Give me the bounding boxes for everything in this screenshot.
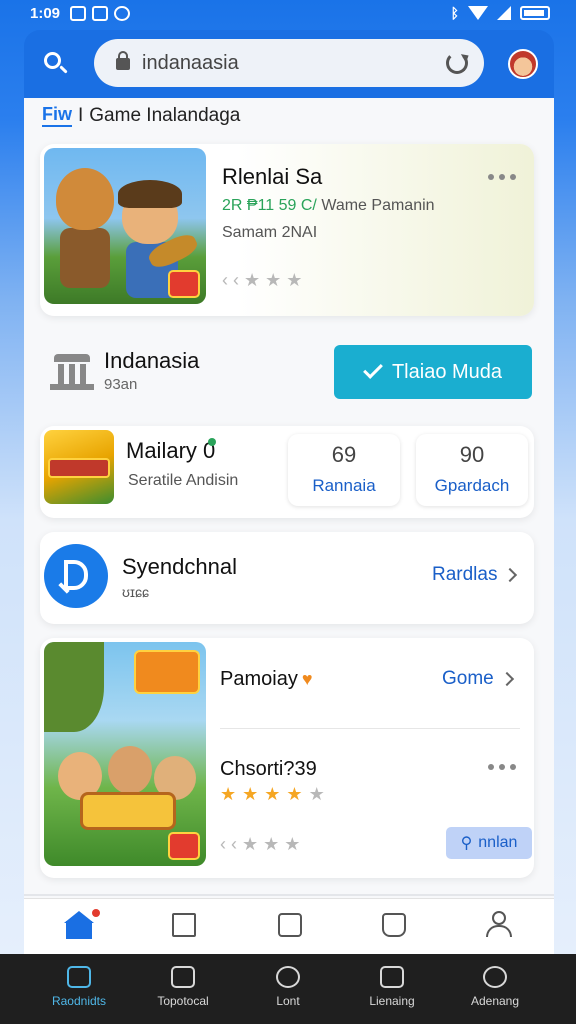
- profile-icon[interactable]: [484, 911, 514, 939]
- cta-label: Tlaiao Muda: [391, 360, 503, 383]
- brand-logo[interactable]: Fiw: [42, 104, 72, 127]
- edit-icon[interactable]: [170, 911, 200, 939]
- stats-subtitle: Seratile Andisin: [128, 472, 239, 489]
- nav-label: Topotocal: [157, 994, 209, 1008]
- featured-details: 2R ₱11 59 C/ Wame Pamanin: [222, 197, 435, 214]
- notification-dot: [92, 909, 100, 917]
- game-thumbnail[interactable]: [44, 430, 114, 504]
- store-icon: [171, 966, 195, 988]
- sync-link-label: Rardlas: [432, 564, 498, 585]
- reload-icon[interactable]: [446, 52, 468, 74]
- sync-link[interactable]: Rardlas: [432, 564, 518, 586]
- bluetooth-icon: ᛒ: [450, 5, 459, 21]
- featured-game-card[interactable]: Rlenlai Sa 2R ₱11 59 C/ Wame Pamanin Sam…: [40, 144, 534, 316]
- stat-box[interactable]: 90 Gpardach: [416, 434, 528, 506]
- home-icon: [67, 966, 91, 988]
- online-indicator: [208, 438, 216, 446]
- library-icon[interactable]: [276, 911, 306, 939]
- wifi-icon: [468, 6, 488, 20]
- publisher-name: Indanasia: [104, 348, 200, 373]
- game-cover-thumbnail[interactable]: [44, 642, 206, 866]
- bottom-navigation: Raodnidts Topotocal Lont Lienaing Adenan…: [0, 954, 576, 1024]
- stats-card[interactable]: Mailary 0 Seratile Andisin 69 Rannaia 90…: [40, 426, 534, 518]
- home-icon[interactable]: [64, 909, 100, 939]
- featured-title: Rlenlai Sa: [222, 164, 323, 189]
- search-icon[interactable]: [42, 50, 70, 78]
- check-icon: [363, 359, 383, 379]
- nav-label: Lienaing: [369, 994, 415, 1008]
- notification-icon: [114, 6, 130, 21]
- sync-card[interactable]: Syendchnal ʊɪɕɕ Rardlas: [40, 532, 534, 624]
- notification-icon: [92, 6, 108, 21]
- chevron-right-icon: [503, 567, 518, 583]
- app-tab-bar: [24, 898, 554, 954]
- status-bar: 1:09 ᛒ: [0, 0, 576, 28]
- signal-icon: [497, 6, 511, 20]
- divider: [220, 728, 520, 729]
- breadcrumb: Fiw I Game Inalandaga: [42, 104, 240, 127]
- content-panel: Fiw I Game Inalandaga Rlenlai Sa 2R ₱11 …: [24, 98, 554, 898]
- stat-value: 69: [331, 442, 357, 467]
- game-card-header: Pamoiay ♥: [220, 668, 313, 690]
- install-icon: ⚲: [460, 835, 473, 852]
- nav-label: Raodnidts: [51, 994, 107, 1008]
- game-card[interactable]: Pamoiay ♥ Gome Chsorti?39 ★ ★ ★ ★ ★ ‹ ‹ ★ ★ ★…: [40, 638, 534, 878]
- nav-label: Lont: [276, 994, 300, 1008]
- more-options-icon[interactable]: [488, 174, 516, 182]
- game-star-rating: ★ ★ ★ ★ ★: [220, 784, 325, 804]
- game-title: Chsorti?39: [220, 758, 317, 780]
- chevron-right-icon: [499, 671, 514, 687]
- avatar[interactable]: [508, 49, 538, 79]
- clock: 1:09: [30, 5, 61, 22]
- stat-label: Gpardach: [434, 476, 510, 495]
- sync-subtitle: ʊɪɕɕ: [122, 584, 149, 600]
- sync-title: Syendchnal: [122, 554, 237, 579]
- divider: [24, 894, 554, 896]
- nav-label: Adenang: [470, 994, 520, 1008]
- page-title: Game Inalandaga: [89, 104, 241, 126]
- game-card-link[interactable]: Gome: [442, 668, 514, 690]
- notification-icon: [70, 6, 86, 21]
- featured-subtitle: Samam 2NAI: [222, 224, 318, 241]
- inbox-icon: [380, 966, 404, 988]
- stat-value: 90: [459, 442, 485, 467]
- nav-item-account[interactable]: Adenang: [440, 966, 550, 1008]
- nav-item-store[interactable]: Topotocal: [128, 966, 238, 1008]
- featured-game-thumbnail[interactable]: [44, 148, 206, 304]
- compass-icon: [276, 966, 300, 988]
- bag-icon[interactable]: [380, 911, 410, 939]
- bank-icon: [50, 354, 94, 390]
- nav-item-home[interactable]: Raodnidts: [24, 966, 134, 1008]
- game-card-link-label: Gome: [442, 668, 494, 689]
- publisher-subtitle: 93an: [104, 376, 138, 393]
- install-label: nnlan: [478, 834, 518, 851]
- install-button[interactable]: ⚲ nnlan: [446, 827, 532, 859]
- primary-cta-button[interactable]: Tlaiao Muda: [334, 345, 532, 399]
- url-field[interactable]: indanaasia: [94, 39, 484, 87]
- lock-icon: [116, 51, 130, 70]
- game-logo-badge: [168, 270, 200, 298]
- game-logo-badge: [168, 832, 200, 860]
- heart-icon: ♥: [301, 669, 313, 689]
- battery-icon: [520, 6, 550, 20]
- nav-item-inbox[interactable]: Lienaing: [337, 966, 447, 1008]
- sync-app-icon: [44, 544, 108, 608]
- featured-rating: ‹ ‹ ★ ★ ★: [222, 270, 303, 290]
- stat-label: Rannaia: [312, 476, 376, 495]
- url-text: indanaasia: [142, 52, 239, 74]
- browser-toolbar: indanaasia: [24, 30, 554, 98]
- stats-title: Mailary 0: [126, 438, 216, 463]
- more-options-icon[interactable]: [488, 764, 516, 772]
- stat-box[interactable]: 69 Rannaia: [288, 434, 400, 506]
- account-icon: [483, 966, 507, 988]
- game-rating-row: ‹ ‹ ★ ★ ★: [220, 834, 301, 854]
- breadcrumb-separator: I: [78, 104, 84, 126]
- nav-item-explore[interactable]: Lont: [233, 966, 343, 1008]
